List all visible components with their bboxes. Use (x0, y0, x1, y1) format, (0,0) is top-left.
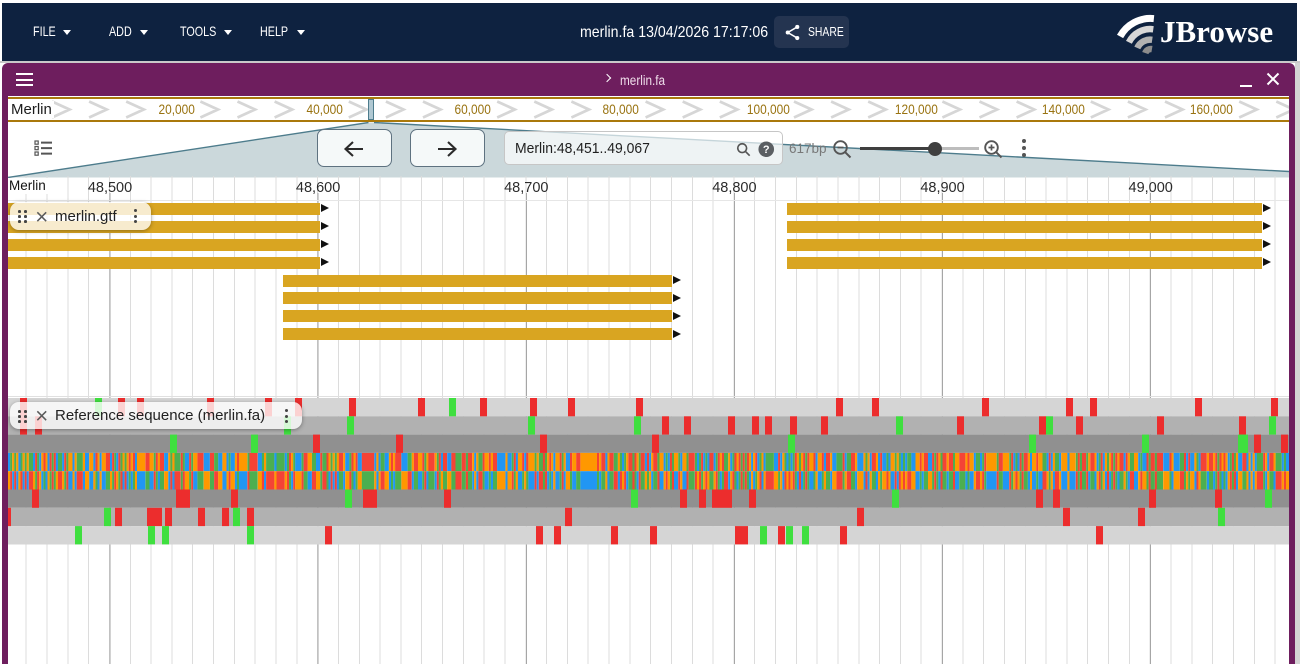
svg-text:?: ? (763, 144, 770, 156)
